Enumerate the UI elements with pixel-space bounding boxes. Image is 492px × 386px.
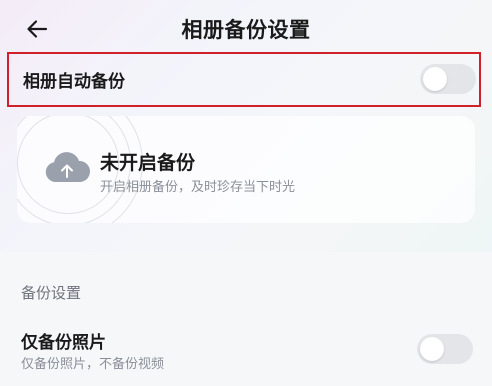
toggle-knob [423,67,447,91]
auto-backup-row: 相册自动备份 [7,52,481,107]
backup-status-title: 未开启备份 [100,152,196,174]
header: 相册备份设置 [0,0,492,56]
cloud-upload-icon [45,152,91,182]
backup-settings-panel: 备份设置 仅备份照片 仅备份照片，不备份视频 [0,252,492,386]
photo-only-description: 仅备份照片，不备份视频 [21,357,165,372]
backup-status-card: 未开启备份 开启相册备份，及时珍存当下时光 [17,116,475,223]
auto-backup-toggle[interactable] [420,64,476,94]
photo-only-toggle[interactable] [417,334,473,364]
auto-backup-label: 相册自动备份 [23,72,125,92]
backup-status-subtitle: 开启相册备份，及时珍存当下时光 [100,180,296,195]
photo-only-title: 仅备份照片 [21,333,106,353]
toggle-knob [420,337,444,361]
section-label: 备份设置 [21,284,82,302]
page-title: 相册备份设置 [181,18,311,42]
